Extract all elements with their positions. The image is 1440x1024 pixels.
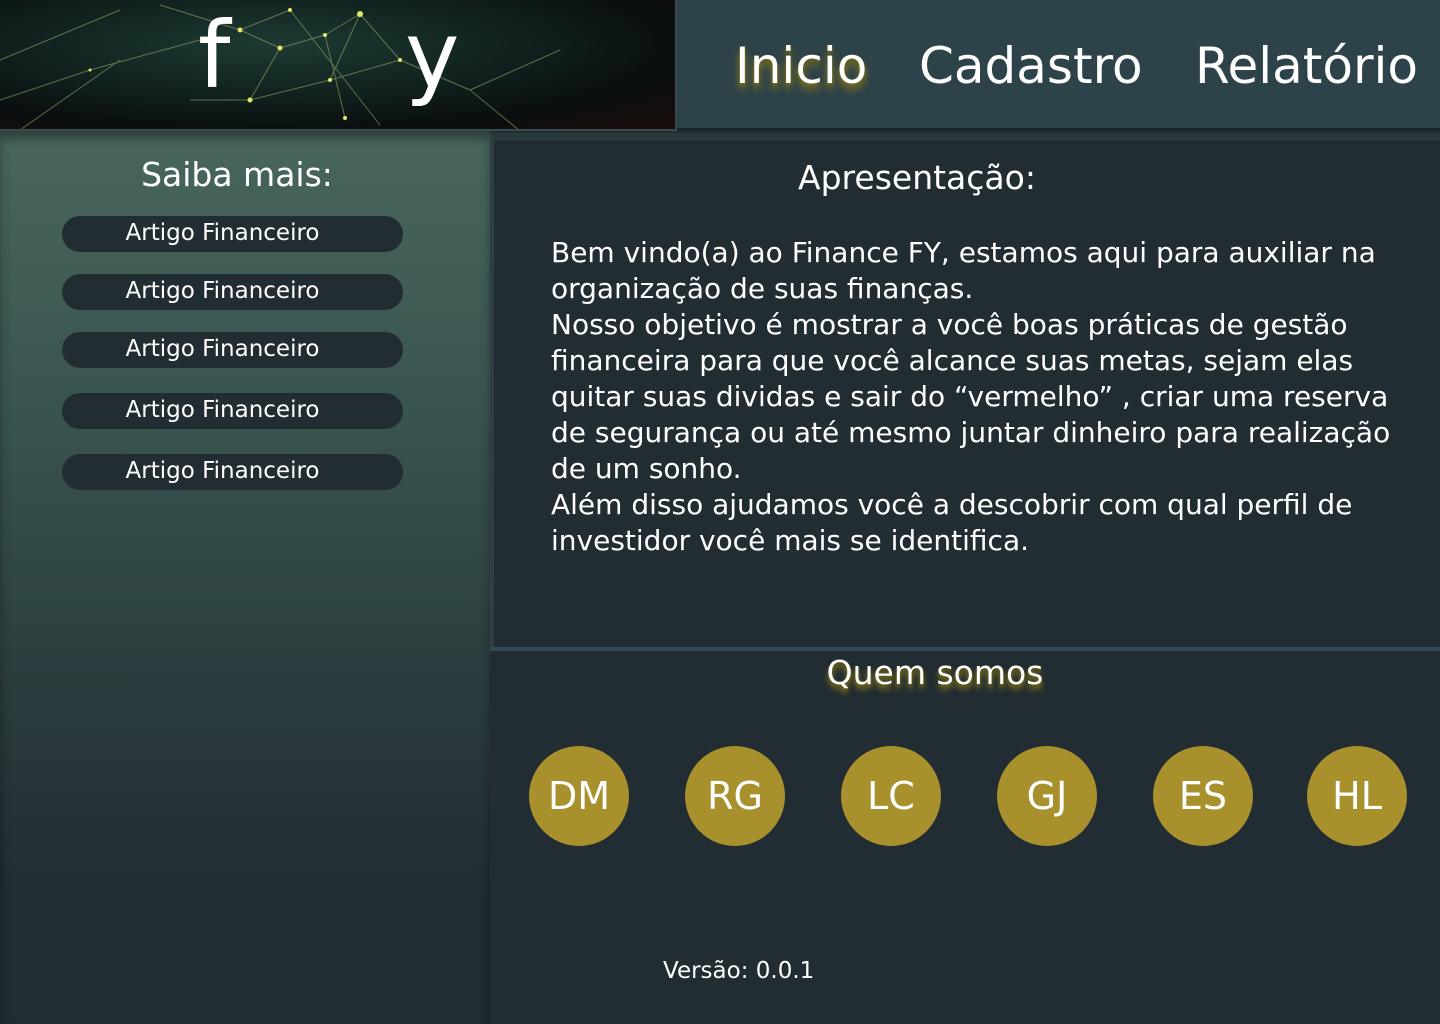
logo-letter-f: f (198, 2, 231, 109)
sidebar: Saiba mais: Artigo Financeiro Artigo Fin… (0, 131, 490, 1024)
article-link[interactable]: Artigo Financeiro (62, 332, 403, 368)
nav-relatorio[interactable]: Relatório (1195, 34, 1418, 98)
member-avatar[interactable]: DM (529, 746, 629, 846)
logo-letter-y: y (405, 2, 460, 109)
article-link[interactable]: Artigo Financeiro (62, 393, 403, 429)
member-avatar[interactable]: ES (1153, 746, 1253, 846)
quem-somos-title: Quem somos (826, 653, 1044, 692)
member-avatar[interactable]: LC (841, 746, 941, 846)
apresentacao-section: Apresentação: Bem vindo(a) ao Finance FY… (490, 133, 1440, 648)
nav-cadastro[interactable]: Cadastro (919, 34, 1143, 98)
intro-text: Bem vindo(a) ao Finance FY, estamos aqui… (551, 236, 1391, 557)
nav-inicio[interactable]: Inicio (735, 34, 867, 98)
apresentacao-title: Apresentação: (798, 158, 1036, 197)
article-link[interactable]: Artigo Financeiro (62, 216, 403, 252)
top-navigation: Inicio Cadastro Relatório (677, 0, 1440, 131)
version-label: Versão: 0.0.1 (663, 958, 815, 984)
member-avatar[interactable]: HL (1307, 746, 1407, 846)
sidebar-title: Saiba mais: (141, 155, 333, 194)
article-link[interactable]: Artigo Financeiro (62, 454, 403, 490)
network-graphic (0, 4, 561, 129)
article-link[interactable]: Artigo Financeiro (62, 274, 403, 310)
quem-somos-section: Quem somos DM RG LC GJ ES HL (490, 651, 1440, 851)
logo-banner[interactable]: f y (0, 0, 677, 131)
member-avatar[interactable]: RG (685, 746, 785, 846)
member-avatar[interactable]: GJ (997, 746, 1097, 846)
